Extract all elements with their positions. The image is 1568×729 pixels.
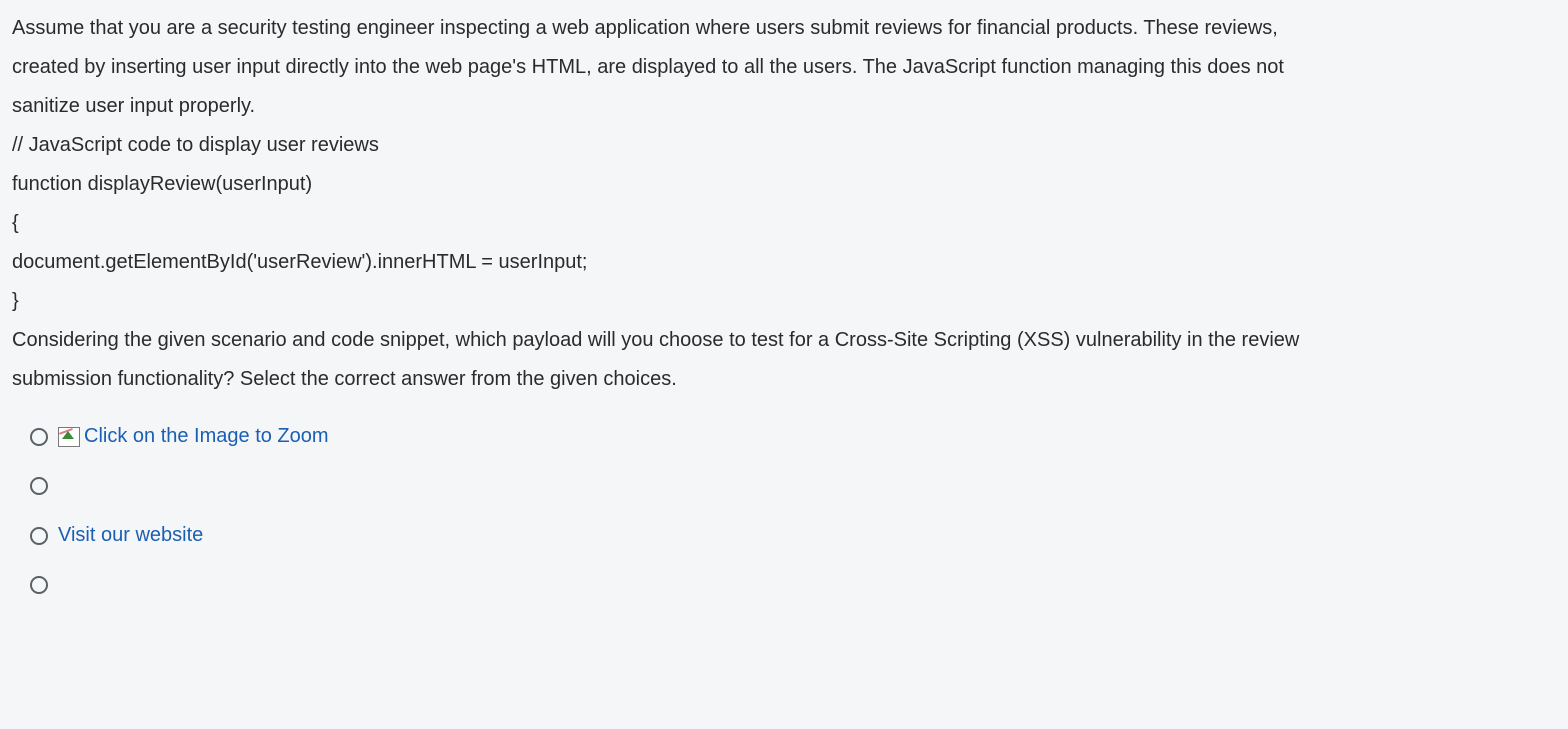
option-3[interactable]: Visit our website	[30, 517, 1556, 554]
broken-image-icon	[58, 427, 80, 447]
code-line-1: // JavaScript code to display user revie…	[12, 127, 1556, 164]
radio-2[interactable]	[30, 477, 48, 495]
question-line-4: Considering the given scenario and code …	[12, 322, 1556, 359]
question-line-1: Assume that you are a security testing e…	[12, 10, 1556, 47]
options-block: Click on the Image to Zoom Visit our web…	[12, 418, 1556, 598]
radio-1[interactable]	[30, 428, 48, 446]
question-line-3: sanitize user input properly.	[12, 88, 1556, 125]
question-line-2: created by inserting user input directly…	[12, 49, 1556, 86]
code-line-4: document.getElementById('userReview').in…	[12, 244, 1556, 281]
code-line-3: {	[12, 205, 1556, 242]
question-line-5: submission functionality? Select the cor…	[12, 361, 1556, 398]
option-3-label[interactable]: Visit our website	[58, 517, 203, 554]
code-line-5: }	[12, 283, 1556, 320]
question-block: Assume that you are a security testing e…	[12, 10, 1556, 398]
code-line-2: function displayReview(userInput)	[12, 166, 1556, 203]
option-1[interactable]: Click on the Image to Zoom	[30, 418, 1556, 455]
option-2[interactable]	[30, 473, 1556, 499]
option-1-label[interactable]: Click on the Image to Zoom	[84, 418, 329, 455]
radio-3[interactable]	[30, 527, 48, 545]
option-4[interactable]	[30, 572, 1556, 598]
radio-4[interactable]	[30, 576, 48, 594]
